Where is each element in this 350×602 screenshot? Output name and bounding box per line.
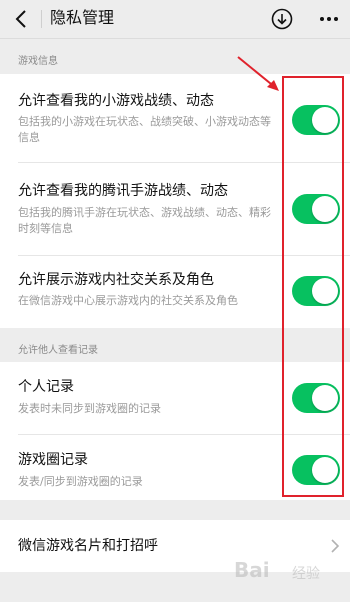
section-label-records: 允许他人查看记录 bbox=[18, 345, 98, 356]
baidu-watermark-logo: Bai 经验 bbox=[226, 553, 346, 593]
setting-description: 发表时未同步到游戏圈的记录 bbox=[18, 402, 161, 415]
download-circle-icon[interactable] bbox=[271, 8, 293, 30]
watermark-text: Bai bbox=[234, 558, 270, 582]
setting-description: 在微信游戏中心展示游戏内的社交关系及角色 bbox=[18, 294, 238, 307]
setting-title: 游戏圈记录 bbox=[18, 452, 88, 468]
chevron-right-icon bbox=[331, 539, 340, 553]
watermark-sub: 经验 bbox=[292, 566, 320, 582]
header-divider bbox=[41, 10, 42, 28]
annotation-highlight-box bbox=[282, 76, 344, 497]
setting-description: 包括我的小游戏在玩状态、战绩突破、小游戏动态等信息 bbox=[18, 115, 271, 144]
section-label-game-info: 游戏信息 bbox=[18, 56, 58, 67]
setting-description: 发表/同步到游戏圈的记录 bbox=[18, 475, 143, 488]
top-bar: 隐私管理 bbox=[0, 0, 350, 39]
more-dots-icon[interactable] bbox=[318, 9, 340, 29]
setting-title: 允许展示游戏内社交关系及角色 bbox=[18, 272, 214, 288]
page-title: 隐私管理 bbox=[50, 8, 115, 27]
link-row-title: 微信游戏名片和打招呼 bbox=[18, 538, 158, 554]
setting-title: 允许查看我的腾讯手游战绩、动态 bbox=[18, 183, 228, 199]
setting-title: 允许查看我的小游戏战绩、动态 bbox=[18, 93, 214, 109]
setting-title: 个人记录 bbox=[18, 379, 74, 395]
annotation-arrow bbox=[237, 56, 279, 91]
setting-description: 包括我的腾讯手游在玩状态、游戏战绩、动态、精彩时刻等信息 bbox=[18, 206, 271, 235]
chevron-left-icon[interactable] bbox=[12, 8, 32, 30]
